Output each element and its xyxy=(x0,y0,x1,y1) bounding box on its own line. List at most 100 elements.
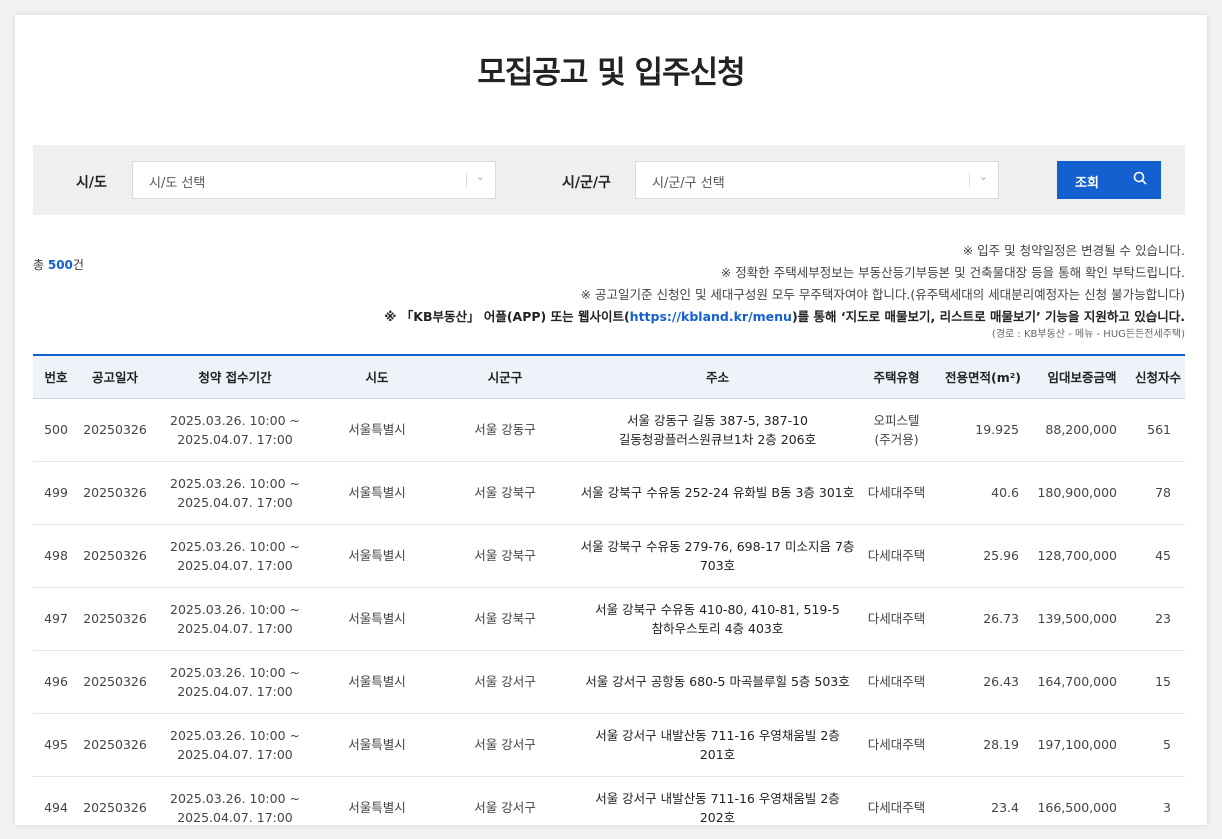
cell-type: 다세대주택 xyxy=(860,461,933,525)
chevron-down-icon: ⌄ xyxy=(475,170,485,183)
cell-area: 26.43 xyxy=(933,650,1033,714)
cell-date: 20250326 xyxy=(79,398,151,462)
cell-deposit: 88,200,000 xyxy=(1033,398,1131,462)
cell-sido: 서울특별시 xyxy=(319,587,435,651)
address-line: 서울 강동구 길동 387-5, 387-10 xyxy=(627,412,808,428)
cell-type: 다세대주택 xyxy=(860,776,933,825)
cell-period: 2025.03.26. 10:00 ~ 2025.04.07. 17:00 xyxy=(151,587,319,651)
cell-sido: 서울특별시 xyxy=(319,461,435,525)
cell-sigungu: 서울 강서구 xyxy=(435,776,575,825)
cell-area: 25.96 xyxy=(933,524,1033,588)
sido-select[interactable]: 시/도 선택 ⌄ xyxy=(132,161,496,199)
table-row[interactable]: 499 20250326 2025.03.26. 10:00 ~ 2025.04.07… xyxy=(33,461,1185,525)
cell-sigungu: 서울 강북구 xyxy=(435,587,575,651)
cell-area: 26.73 xyxy=(933,587,1033,651)
cell-applicants: 15 xyxy=(1131,650,1185,714)
total-count: 총 500건 xyxy=(33,256,84,273)
sigungu-label: 시/군/구 xyxy=(562,175,611,191)
kbland-link[interactable]: https://kbland.kr/menu xyxy=(630,309,792,324)
cell-type: 다세대주택 xyxy=(860,713,933,777)
cell-type: 오피스텔 (주거용) xyxy=(860,398,933,462)
cell-no: 500 xyxy=(33,398,79,462)
select-divider xyxy=(466,173,467,188)
period-start: 2025.03.26. 10:00 ~ xyxy=(170,601,300,617)
cell-applicants: 3 xyxy=(1131,776,1185,825)
period-end: 2025.04.07. 17:00 xyxy=(177,620,293,636)
address-line: 서울 강북구 수유동 252-24 유화빌 B동 3층 301호 xyxy=(580,485,855,500)
cell-address[interactable]: 서울 강북구 수유동 252-24 유화빌 B동 3층 301호 xyxy=(575,461,860,525)
cell-address[interactable]: 서울 강서구 공항동 680-5 마곡블루힐 5층 503호 xyxy=(575,650,860,714)
type-line: 다세대주택 xyxy=(867,800,926,815)
table-row[interactable]: 497 20250326 2025.03.26. 10:00 ~ 2025.04.07… xyxy=(33,587,1185,651)
table-row[interactable]: 498 20250326 2025.03.26. 10:00 ~ 2025.04.07… xyxy=(33,524,1185,588)
total-number: 500 xyxy=(47,258,73,272)
address-line: 서울 강북구 수유동 410-80, 410-81, 519-5 xyxy=(595,601,840,617)
notice-kb-after: )를 통해 ‘지도로 매물보기, 리스트로 매물보기’ 기능을 지원하고 있습니… xyxy=(791,309,1185,324)
col-header: 임대보증금액 xyxy=(1033,355,1131,399)
filter-bar: 시/도 시/도 선택 ⌄ 시/군/구 시/군/구 선택 ⌄ 조회 xyxy=(33,145,1185,215)
sido-select-value: 시/도 선택 xyxy=(149,176,206,191)
cell-area: 40.6 xyxy=(933,461,1033,525)
notice-item: ※ 공고일기준 신청인 및 세대구성원 모두 무주택자여야 합니다.(유주택세대… xyxy=(580,287,1185,302)
cell-no: 495 xyxy=(33,713,79,777)
table-row[interactable]: 494 20250326 2025.03.26. 10:00 ~ 2025.04.07… xyxy=(33,776,1185,825)
address-line: 참하우스토리 4층 403호 xyxy=(651,620,784,636)
cell-no: 497 xyxy=(33,587,79,651)
cell-date: 20250326 xyxy=(79,587,151,651)
cell-applicants: 561 xyxy=(1131,398,1185,462)
address-line: 703호 xyxy=(699,557,736,573)
period-end: 2025.04.07. 17:00 xyxy=(177,431,293,447)
notice-path: (경로 : KB부동산 - 메뉴 - HUG든든전세주택) xyxy=(991,329,1185,340)
cell-date: 20250326 xyxy=(79,650,151,714)
main-card: 모집공고 및 입주신청 시/도 시/도 선택 ⌄ 시/군/구 시/군/구 선택 … xyxy=(15,15,1207,825)
cell-period: 2025.03.26. 10:00 ~ 2025.04.07. 17:00 xyxy=(151,398,319,462)
cell-type: 다세대주택 xyxy=(860,524,933,588)
cell-area: 23.4 xyxy=(933,776,1033,825)
table-header-row: 번호 공고일자 청약 접수기간 시도 시군구 주소 주택유형 전용면적(m²) … xyxy=(33,355,1185,399)
cell-type: 다세대주택 xyxy=(860,587,933,651)
period-start: 2025.03.26. 10:00 ~ xyxy=(170,790,300,806)
notice-kb: ※ 「KB부동산」 어플(APP) 또는 웹사이트(https://kbland… xyxy=(384,306,1185,328)
notice-item: ※ 입주 및 청약일정은 변경될 수 있습니다. xyxy=(962,243,1185,258)
cell-deposit: 166,500,000 xyxy=(1033,776,1131,825)
table-row[interactable]: 495 20250326 2025.03.26. 10:00 ~ 2025.04.07… xyxy=(33,713,1185,777)
type-line: 다세대주택 xyxy=(867,548,926,563)
type-line: 다세대주택 xyxy=(867,485,926,500)
cell-address[interactable]: 서울 강서구 내발산동 711-16 우영채움빌 2층 202호 xyxy=(575,776,860,825)
search-button[interactable]: 조회 xyxy=(1057,161,1161,199)
cell-sido: 서울특별시 xyxy=(319,524,435,588)
col-header: 주택유형 xyxy=(860,355,933,399)
col-header: 청약 접수기간 xyxy=(151,355,319,399)
cell-date: 20250326 xyxy=(79,524,151,588)
table-row[interactable]: 496 20250326 2025.03.26. 10:00 ~ 2025.04.07… xyxy=(33,650,1185,714)
cell-sido: 서울특별시 xyxy=(319,776,435,825)
address-line: 202호 xyxy=(699,809,736,825)
sigungu-select-value: 시/군/구 선택 xyxy=(652,176,725,191)
cell-sigungu: 서울 강동구 xyxy=(435,398,575,462)
cell-address[interactable]: 서울 강서구 내발산동 711-16 우영채움빌 2층 201호 xyxy=(575,713,860,777)
table-row[interactable]: 500 20250326 2025.03.26. 10:00 ~ 2025.04.07… xyxy=(33,398,1185,462)
cell-address[interactable]: 서울 강북구 수유동 410-80, 410-81, 519-5 참하우스토리 4… xyxy=(575,587,860,651)
col-header: 신청자수 xyxy=(1131,355,1185,399)
period-start: 2025.03.26. 10:00 ~ xyxy=(170,538,300,554)
cell-sigungu: 서울 강북구 xyxy=(435,461,575,525)
col-header: 시도 xyxy=(319,355,435,399)
cell-area: 28.19 xyxy=(933,713,1033,777)
address-line: 서울 강북구 수유동 279-76, 698-17 미소지음 7층 xyxy=(580,538,855,554)
address-line: 201호 xyxy=(699,746,736,762)
period-start: 2025.03.26. 10:00 ~ xyxy=(170,727,300,743)
cell-no: 498 xyxy=(33,524,79,588)
address-line: 길동청광플러스원큐브1차 2층 206호 xyxy=(618,431,817,447)
cell-applicants: 5 xyxy=(1131,713,1185,777)
total-suffix: 건 xyxy=(72,258,84,272)
cell-applicants: 78 xyxy=(1131,461,1185,525)
notice-list: ※ 입주 및 청약일정은 변경될 수 있습니다. ※ 정확한 주택세부정보는 부… xyxy=(384,240,1185,341)
address-line: 서울 강서구 내발산동 711-16 우영채움빌 2층 xyxy=(595,727,840,743)
cell-address[interactable]: 서울 강북구 수유동 279-76, 698-17 미소지음 7층 703호 xyxy=(575,524,860,588)
sigungu-select[interactable]: 시/군/구 선택 ⌄ xyxy=(635,161,999,199)
cell-address[interactable]: 서울 강동구 길동 387-5, 387-10 길동청광플러스원큐브1차 2층 2… xyxy=(575,398,860,462)
cell-sigungu: 서울 강북구 xyxy=(435,524,575,588)
cell-period: 2025.03.26. 10:00 ~ 2025.04.07. 17:00 xyxy=(151,461,319,525)
type-line: 다세대주택 xyxy=(867,674,926,689)
cell-period: 2025.03.26. 10:00 ~ 2025.04.07. 17:00 xyxy=(151,524,319,588)
